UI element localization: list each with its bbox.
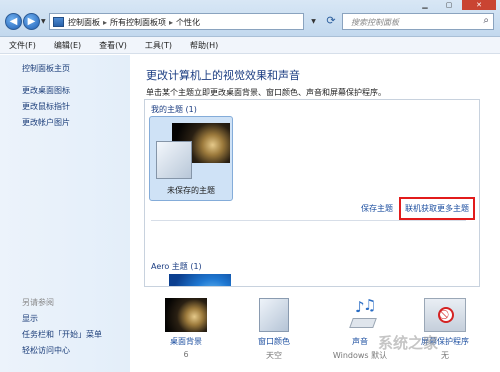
search-icon[interactable]: ⌕ — [483, 15, 489, 26]
back-arrow-icon[interactable]: ◀ — [5, 13, 22, 30]
address-toolbar: ◀ ▶ ▼ 控制面板 ▸ 所有控制面板项 ▸ 个性化 ▼ ⟳ 搜索控制面板 ⌕ ▁ ▢ … — [0, 0, 500, 37]
breadcrumb-separator: ▸ — [169, 18, 174, 27]
control-panel-home-link[interactable]: 控制面板主页 — [22, 63, 70, 74]
window-color-value: 天空 — [266, 351, 282, 360]
close-icon[interactable]: ✕ — [462, 0, 496, 10]
change-account-picture-link[interactable]: 更改帐户图片 — [22, 117, 70, 133]
menu-help[interactable]: 帮助(H) — [181, 40, 227, 51]
refresh-icon[interactable]: ⟳ — [323, 13, 339, 30]
desktop-background-icon — [165, 298, 207, 332]
page-description: 单击某个主题立即更改桌面背景、窗口颜色、声音和屏幕保护程序。 — [146, 88, 386, 97]
menu-file[interactable]: 文件(F) — [0, 40, 45, 51]
maximize-icon[interactable]: ▢ — [438, 0, 460, 10]
my-themes-heading: 我的主题 (1) — [151, 105, 197, 114]
window-color-label: 窗口颜色 — [258, 337, 290, 346]
screensaver-icon: ⃠ — [424, 298, 466, 332]
theme-list: 我的主题 (1) 未保存的主题 保存主题 联机获取更多主题 Aero 主题 (1… — [144, 99, 480, 287]
desktop-background-value: 6 — [183, 350, 189, 359]
page-title: 更改计算机上的视觉效果和声音 — [146, 69, 300, 82]
change-desktop-icons-link[interactable]: 更改桌面图标 — [22, 85, 70, 101]
theme-name-label: 未保存的主题 — [167, 186, 215, 195]
control-panel-icon — [53, 17, 64, 27]
theme-color-swatch — [156, 141, 192, 179]
menu-bar: 文件(F) 编辑(E) 查看(V) 工具(T) 帮助(H) — [0, 37, 500, 54]
address-box[interactable]: 控制面板 ▸ 所有控制面板项 ▸ 个性化 — [49, 13, 304, 30]
desktop-background-setting[interactable]: 桌面背景 6 — [160, 298, 212, 359]
save-theme-link[interactable]: 保存主题 — [361, 203, 393, 214]
left-nav-pane: 控制面板主页 更改桌面图标 更改鼠标指针 更改帐户图片 另请参阅 显示 任务栏和… — [0, 55, 130, 372]
aero-themes-heading: Aero 主题 (1) — [151, 262, 202, 271]
unsaved-theme-tile[interactable]: 未保存的主题 — [149, 116, 233, 201]
desktop-background-label: 桌面背景 — [170, 337, 202, 346]
breadcrumb-item-control-panel[interactable]: 控制面板 — [68, 18, 100, 27]
display-link[interactable]: 显示 — [22, 313, 102, 329]
breadcrumb-item-all-items[interactable]: 所有控制面板项 — [110, 18, 166, 27]
main-content: 更改计算机上的视觉效果和声音 单击某个主题立即更改桌面背景、窗口颜色、声音和屏幕… — [130, 55, 500, 372]
window-color-icon — [259, 298, 289, 332]
change-mouse-pointers-link[interactable]: 更改鼠标指针 — [22, 101, 70, 117]
window-color-setting[interactable]: 窗口颜色 天空 — [248, 298, 300, 361]
recent-pages-dropdown-icon[interactable]: ▼ — [41, 18, 46, 25]
breadcrumb-item-personalization[interactable]: 个性化 — [176, 18, 200, 27]
menu-view[interactable]: 查看(V) — [90, 40, 136, 51]
aero-theme-thumbnail[interactable] — [169, 274, 231, 286]
section-divider — [151, 220, 466, 221]
taskbar-start-menu-link[interactable]: 任务栏和「开始」菜单 — [22, 329, 102, 345]
sounds-icon: ♪ ♫ — [339, 296, 381, 332]
search-placeholder: 搜索控制面板 — [351, 18, 399, 27]
menu-edit[interactable]: 编辑(E) — [45, 40, 90, 51]
search-input[interactable]: 搜索控制面板 ⌕ — [342, 13, 494, 30]
ease-of-access-link[interactable]: 轻松访问中心 — [22, 345, 102, 361]
forward-arrow-icon[interactable]: ▶ — [23, 13, 40, 30]
address-dropdown-icon[interactable]: ▼ — [307, 13, 320, 30]
minimize-icon[interactable]: ▁ — [414, 0, 436, 10]
breadcrumb: 控制面板 ▸ 所有控制面板项 ▸ 个性化 — [68, 17, 200, 28]
see-also-heading: 另请参阅 — [22, 298, 54, 307]
menu-tools[interactable]: 工具(T) — [136, 40, 181, 51]
watermark: 系统之家 — [378, 334, 439, 352]
breadcrumb-separator: ▸ — [103, 18, 108, 27]
get-more-themes-online-link[interactable]: 联机获取更多主题 — [399, 197, 475, 220]
disabled-icon: ⃠ — [438, 307, 454, 323]
